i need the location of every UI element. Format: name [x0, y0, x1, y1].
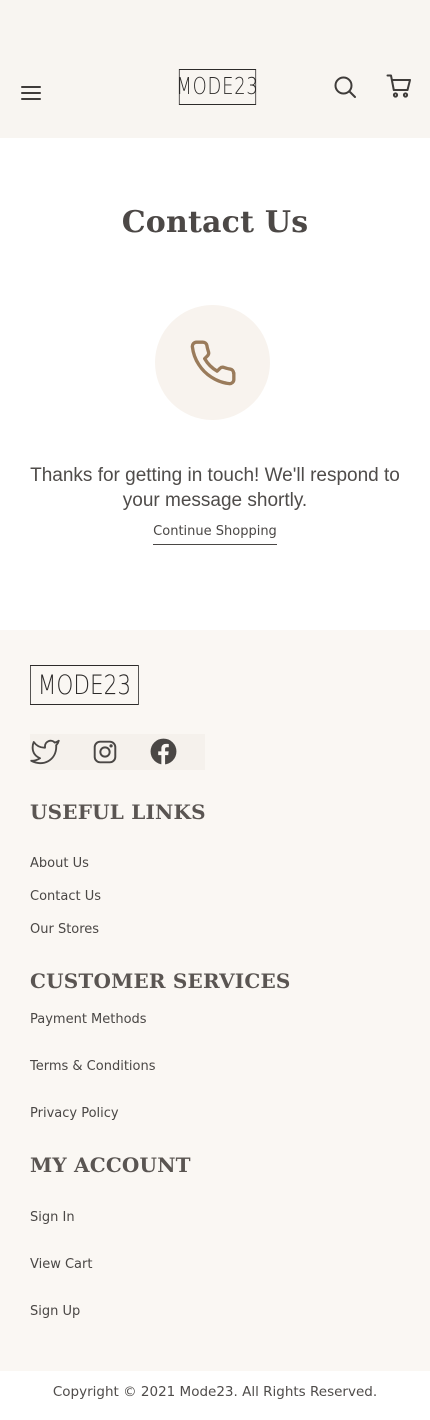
- confirmation-message: Thanks for getting in touch! We'll respo…: [30, 465, 400, 511]
- cart-icon[interactable]: [386, 73, 412, 99]
- phone-icon: [190, 339, 236, 385]
- phone-icon-circle: [155, 305, 270, 420]
- customer-services-title: CUSTOMER SERVICES: [30, 969, 291, 993]
- menu-icon[interactable]: [21, 86, 41, 100]
- continue-shopping-link[interactable]: Continue Shopping: [153, 524, 277, 545]
- search-icon[interactable]: [333, 75, 357, 99]
- twitter-icon[interactable]: [30, 737, 60, 767]
- social-links: [30, 734, 205, 770]
- footer-link-privacy-policy[interactable]: Privacy Policy: [30, 1106, 119, 1121]
- my-account-title: MY ACCOUNT: [30, 1153, 191, 1177]
- page-title: Contact Us: [121, 205, 309, 240]
- site-header: MODE23: [0, 0, 430, 138]
- footer-link-terms-conditions[interactable]: Terms & Conditions: [30, 1059, 156, 1074]
- footer-logo[interactable]: MODE23: [30, 665, 139, 705]
- site-footer: MODE23 USEFUL LINKS About Us Contact Us …: [0, 630, 430, 1371]
- footer-link-sign-up[interactable]: Sign Up: [30, 1304, 80, 1319]
- footer-link-about-us[interactable]: About Us: [30, 856, 89, 871]
- copyright-text: Copyright © 2021 Mode23. All Rights Rese…: [0, 1371, 430, 1420]
- footer-link-sign-in[interactable]: Sign In: [30, 1210, 75, 1225]
- footer-link-our-stores[interactable]: Our Stores: [30, 922, 99, 937]
- instagram-icon[interactable]: [92, 737, 122, 767]
- footer-link-contact-us[interactable]: Contact Us: [30, 889, 101, 904]
- site-logo[interactable]: MODE23: [176, 69, 259, 105]
- useful-links-title: USEFUL LINKS: [30, 800, 206, 824]
- footer-logo-text: MODE23: [37, 669, 132, 701]
- facebook-icon[interactable]: [150, 737, 180, 767]
- continue-shopping-wrapper: Continue Shopping: [0, 522, 430, 545]
- footer-link-view-cart[interactable]: View Cart: [30, 1257, 92, 1272]
- footer-link-payment-methods[interactable]: Payment Methods: [30, 1012, 147, 1027]
- logo-text: MODE23: [176, 74, 259, 100]
